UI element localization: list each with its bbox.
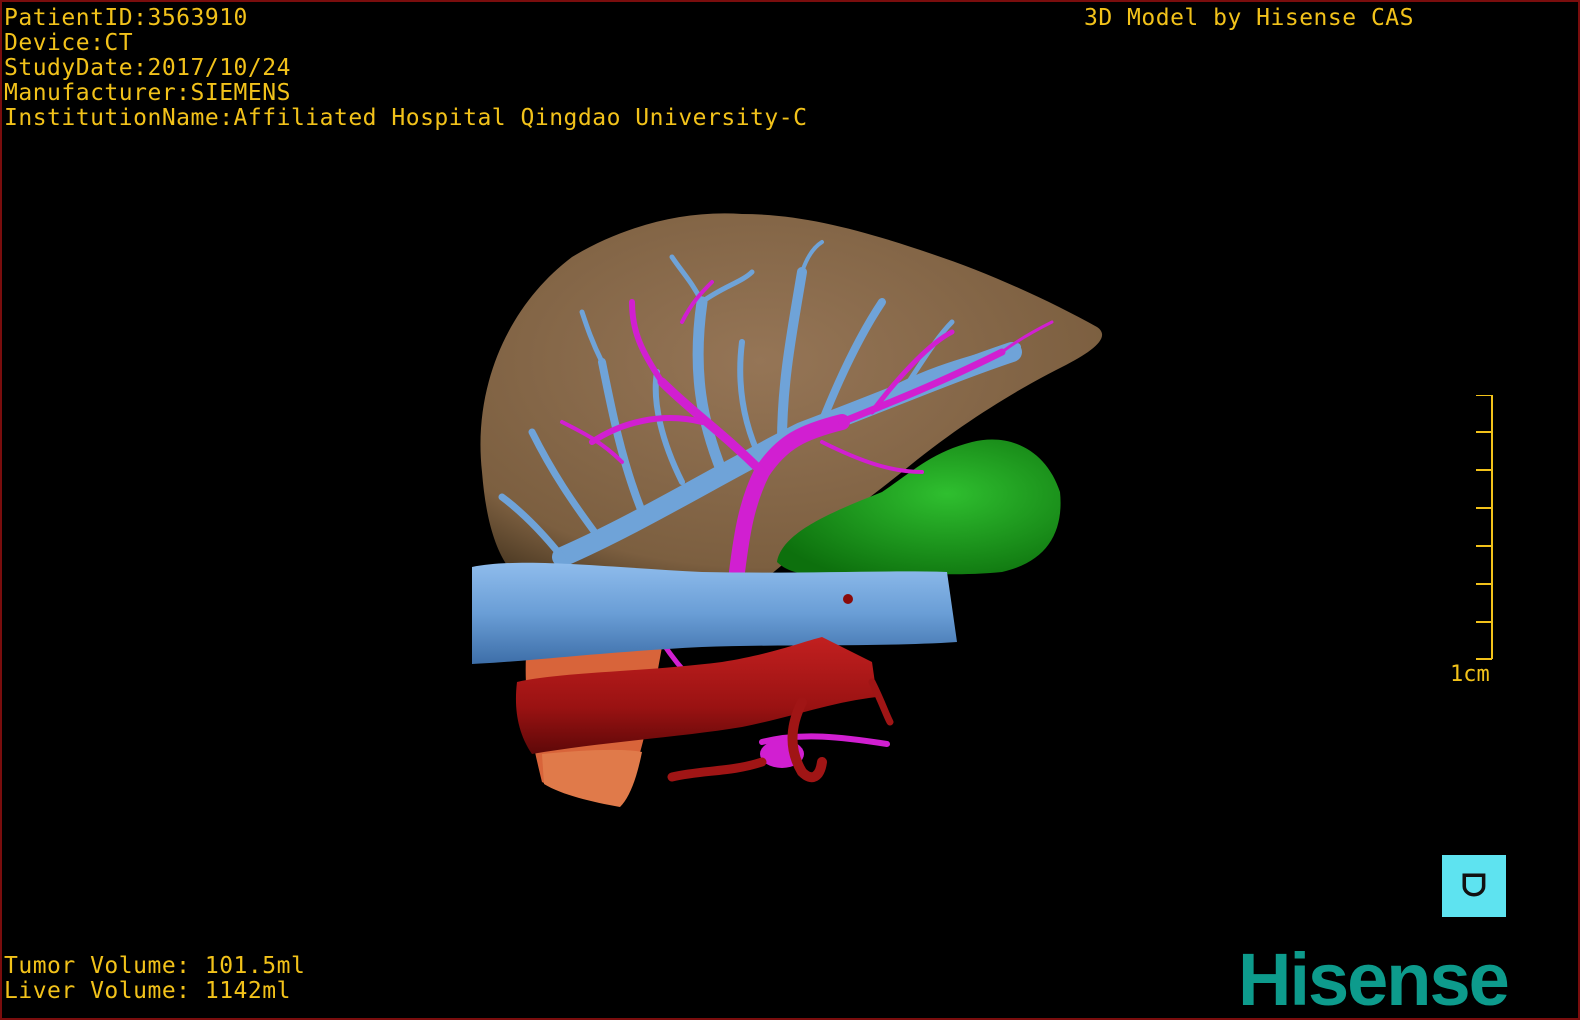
study-date: StudyDate:2017/10/24	[4, 55, 291, 81]
manufacturer: Manufacturer:SIEMENS	[4, 80, 291, 106]
device: Device:CT	[4, 30, 134, 56]
volume-info-overlay: Tumor Volume: 101.5ml Liver Volume: 1142m…	[4, 954, 305, 1004]
liver-3d-model[interactable]	[2, 2, 1578, 1018]
patient-id: PatientID:3563910	[4, 5, 248, 31]
liver-volume: Liver Volume: 1142ml	[4, 978, 291, 1004]
hisense-logo: Hisense	[1238, 938, 1510, 1020]
model-title: 3D Model by Hisense CAS	[1084, 5, 1414, 31]
institution-name: InstitutionName:Affiliated Hospital Qing…	[4, 105, 808, 131]
scale-bar	[1476, 395, 1493, 660]
scale-bar-label: 1cm	[1450, 662, 1490, 687]
orientation-cube-button[interactable]: ᗜ	[1442, 855, 1506, 917]
inferior-vena-cava	[472, 562, 957, 664]
tumor-volume: Tumor Volume: 101.5ml	[4, 953, 306, 979]
gallbladder-lower	[542, 749, 642, 807]
study-info-overlay: PatientID:3563910 Device:CT StudyDate:2017…	[4, 6, 807, 131]
3d-viewport[interactable]: PatientID:3563910 Device:CT StudyDate:2017…	[0, 0, 1580, 1020]
orientation-cube-icon: ᗜ	[1461, 868, 1487, 904]
